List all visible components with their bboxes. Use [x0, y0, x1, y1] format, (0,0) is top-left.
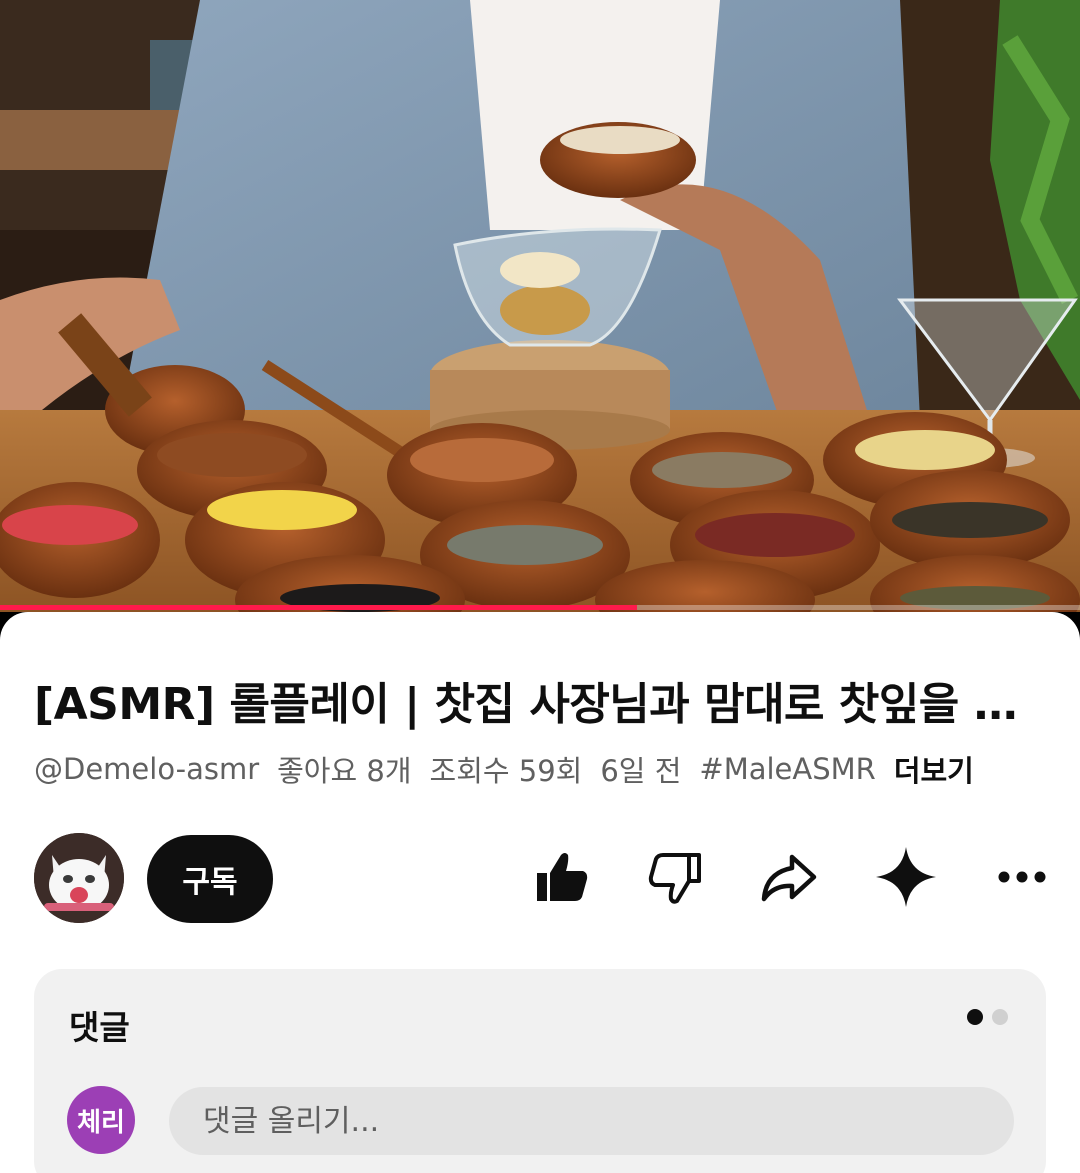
hashtag[interactable]: #MaleASMR [699, 752, 875, 786]
channel-avatar[interactable] [34, 833, 124, 923]
subscribe-button[interactable]: 구독 [147, 835, 273, 923]
video-player[interactable] [0, 0, 1080, 612]
share-icon [756, 845, 820, 913]
sparkle-button[interactable] [874, 847, 938, 911]
like-icon [531, 847, 591, 911]
comments-heading: 댓글 [69, 1008, 130, 1047]
pager-dots [967, 1009, 1008, 1025]
cat-avatar-image [34, 833, 124, 923]
more-actions-button[interactable] [990, 847, 1054, 911]
channel-handle: @Demelo-asmr [34, 752, 260, 786]
more-button[interactable]: 더보기 [894, 748, 974, 790]
channel-row: 구독 [34, 833, 1054, 923]
more-icon [994, 867, 1050, 891]
pager-dot-active [967, 1009, 983, 1025]
progress-bar[interactable] [0, 605, 1080, 610]
video-details-panel: [ASMR] 롤플레이 | 찻집 사장님과 맘대로 찻잎을 섞어보는 카페 @D… [0, 612, 1080, 1173]
sparkle-icon [874, 845, 938, 913]
comments-card[interactable]: 댓글 체리 [34, 969, 1046, 1173]
comment-input[interactable] [169, 1087, 1014, 1155]
pager-dot [992, 1009, 1008, 1025]
video-metadata-row[interactable]: @Demelo-asmr 좋아요 8개 조회수 59회 6일 전 #MaleAS… [34, 748, 1054, 790]
view-count: 조회수 59회 [429, 754, 583, 788]
share-button[interactable] [756, 847, 820, 911]
youtube-watch-screen: [ASMR] 롤플레이 | 찻집 사장님과 맘대로 찻잎을 섞어보는 카페 @D… [0, 0, 1080, 1173]
progress-fill [0, 605, 638, 610]
video-title[interactable]: [ASMR] 롤플레이 | 찻집 사장님과 맘대로 찻잎을 섞어보는 카페 [34, 668, 1044, 732]
dislike-icon [645, 847, 705, 911]
user-avatar[interactable]: 체리 [67, 1086, 135, 1154]
like-button[interactable] [529, 847, 593, 911]
upload-age: 6일 전 [600, 754, 682, 788]
dislike-button[interactable] [643, 847, 707, 911]
like-count: 좋아요 8개 [277, 754, 412, 788]
video-frame [0, 0, 1080, 612]
